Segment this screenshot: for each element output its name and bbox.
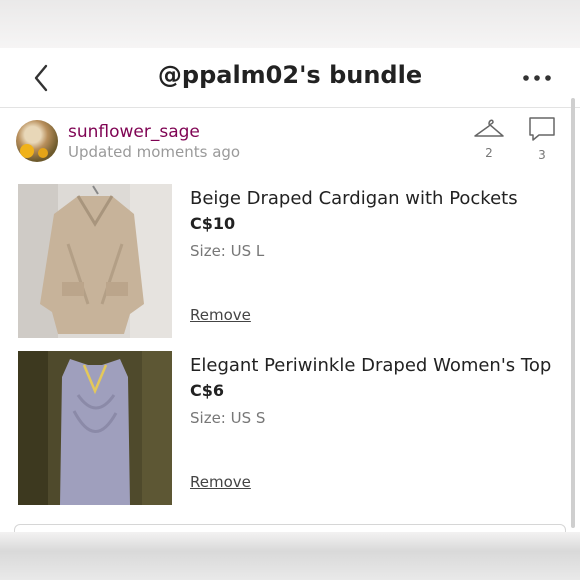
periwinkle-top-image xyxy=(18,351,172,505)
list-item: Beige Draped Cardigan with Pockets C$10 … xyxy=(0,184,580,340)
more-dots-icon xyxy=(523,75,551,81)
seller-row: sunflower_sage Updated moments ago 2 3 xyxy=(0,108,580,178)
more-options-button[interactable] xyxy=(520,68,554,88)
comments-button[interactable]: 3 xyxy=(525,116,559,162)
comments-count: 3 xyxy=(538,148,546,162)
page-title: @ppalm02's bundle xyxy=(157,61,423,89)
item-thumbnail[interactable] xyxy=(18,184,172,338)
bottom-backdrop xyxy=(0,532,580,580)
item-price: C$10 xyxy=(190,214,236,233)
avatar[interactable] xyxy=(16,120,58,162)
scrollbar[interactable] xyxy=(571,98,575,528)
item-thumbnail[interactable] xyxy=(18,351,172,505)
comment-icon xyxy=(529,117,555,141)
likes-button[interactable]: 2 xyxy=(472,116,506,160)
item-size: Size: US S xyxy=(190,409,266,427)
likes-count: 2 xyxy=(485,146,493,160)
cardigan-image xyxy=(18,184,172,338)
list-item: Elegant Periwinkle Draped Women's Top C$… xyxy=(0,351,580,507)
top-backdrop xyxy=(0,0,580,48)
seller-username[interactable]: sunflower_sage xyxy=(68,122,200,142)
remove-button[interactable]: Remove xyxy=(190,306,251,324)
header-bar: @ppalm02's bundle xyxy=(0,48,580,108)
hanger-icon xyxy=(474,119,504,137)
item-title[interactable]: Beige Draped Cardigan with Pockets xyxy=(190,188,518,209)
bundle-screen: @ppalm02's bundle sunflower_sage Updated… xyxy=(0,48,580,544)
item-size: Size: US L xyxy=(190,242,265,260)
remove-button[interactable]: Remove xyxy=(190,473,251,491)
updated-timestamp: Updated moments ago xyxy=(68,143,241,161)
item-title[interactable]: Elegant Periwinkle Draped Women's Top xyxy=(190,355,551,376)
item-price: C$6 xyxy=(190,381,225,400)
